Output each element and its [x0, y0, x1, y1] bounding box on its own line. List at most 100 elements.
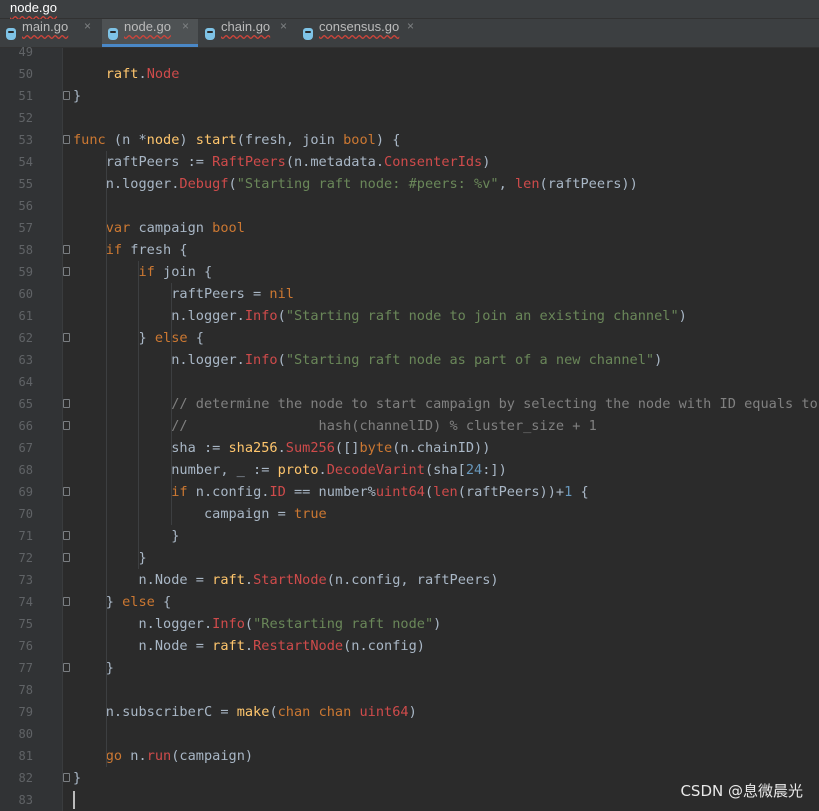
- line-number: 50: [18, 67, 33, 81]
- code-token: raft: [105, 66, 139, 82]
- code-token: number, _ :=: [73, 462, 278, 478]
- line-number: 80: [18, 727, 33, 741]
- fold-marker-icon[interactable]: [63, 245, 70, 254]
- fold-marker-icon[interactable]: [63, 773, 70, 782]
- line-number: 83: [18, 793, 33, 807]
- code-token: (n *: [105, 132, 147, 148]
- code-token: "Starting raft node: #peers: %v": [236, 176, 499, 192]
- tab-label: consensus.go: [319, 19, 400, 34]
- code-text: // determine the node to start campaign …: [73, 393, 819, 415]
- code-token: .: [244, 572, 254, 588]
- code-line: 80: [0, 723, 819, 745]
- code-token: (campaign): [171, 748, 254, 764]
- line-number: 77: [18, 661, 33, 675]
- code-token: .: [277, 440, 286, 456]
- code-token: == number%: [285, 484, 376, 500]
- fold-marker-icon[interactable]: [63, 399, 70, 408]
- fold-marker-icon[interactable]: [63, 91, 70, 100]
- code-token: true: [293, 506, 327, 522]
- fold-marker-icon[interactable]: [63, 531, 70, 540]
- fold-marker-icon[interactable]: [63, 333, 70, 342]
- fold-marker-icon[interactable]: [63, 421, 70, 430]
- code-text: if fresh {: [73, 239, 188, 261]
- fold-marker-icon[interactable]: [63, 597, 70, 606]
- code-token: }: [73, 528, 180, 544]
- code-editor[interactable]: 49 50 raft.Node 51} 52 53 func (n *node) star…: [0, 45, 819, 811]
- line-number: 58: [18, 243, 33, 257]
- code-text: }: [73, 657, 114, 679]
- code-token: if: [138, 264, 155, 280]
- code-token: StartNode: [253, 572, 327, 588]
- code-line: 62 } else {: [0, 327, 819, 349]
- code-token: }: [73, 88, 82, 104]
- code-token: ) {: [375, 132, 401, 148]
- line-number: 54: [18, 155, 33, 169]
- code-token: Info: [244, 352, 278, 368]
- tab-label: chain.go: [221, 19, 271, 34]
- line-number: 49: [18, 45, 33, 59]
- fold-marker-icon[interactable]: [63, 487, 70, 496]
- code-token: RaftPeers: [212, 154, 286, 170]
- code-text: n.subscriberC = make(chan chan uint64): [73, 701, 417, 723]
- code-token: .: [318, 462, 327, 478]
- line-number: 63: [18, 353, 33, 367]
- code-line: 77 }: [0, 657, 819, 679]
- code-line: 72 }: [0, 547, 819, 569]
- close-icon[interactable]: ×: [407, 19, 414, 33]
- code-token: uint64: [375, 484, 425, 500]
- code-token: len: [514, 176, 540, 192]
- fold-marker-icon[interactable]: [63, 135, 70, 144]
- code-token: {: [154, 594, 172, 610]
- code-token: func: [73, 132, 106, 148]
- indent-guide: [106, 151, 107, 767]
- line-number: 64: [18, 375, 33, 389]
- code-token: if: [171, 484, 188, 500]
- fold-marker-icon[interactable]: [63, 663, 70, 672]
- code-line: 55 n.logger.Debugf("Starting raft node: …: [0, 173, 819, 195]
- fold-marker-icon[interactable]: [63, 553, 70, 562]
- code-token: "Starting raft node as part of a new cha…: [285, 352, 655, 368]
- line-number: 55: [18, 177, 33, 191]
- code-line: 74 } else {: [0, 591, 819, 613]
- code-token: (n.metadata.: [285, 154, 385, 170]
- code-token: (sha[: [424, 462, 466, 478]
- code-token: node: [146, 132, 180, 148]
- code-line: 68 number, _ := proto.DecodeVarint(sha[2…: [0, 459, 819, 481]
- code-line: 51}: [0, 85, 819, 107]
- text-cursor: [73, 791, 75, 809]
- code-text: n.logger.Info("Restarting raft node"): [73, 613, 441, 635]
- code-token: n.logger.: [73, 176, 180, 192]
- code-text: } else {: [73, 591, 172, 613]
- code-token: n.logger.: [73, 308, 245, 324]
- code-line: 52: [0, 107, 819, 129]
- close-icon[interactable]: ×: [182, 19, 189, 33]
- code-token: make: [236, 704, 270, 720]
- code-token: Sum256: [285, 440, 335, 456]
- line-number: 75: [18, 617, 33, 631]
- line-number: 71: [18, 529, 33, 543]
- code-line: 73 n.Node = raft.StartNode(n.config, raf…: [0, 569, 819, 591]
- code-line: 53 func (n *node) start(fresh, join bool)…: [0, 129, 819, 151]
- go-file-icon: [6, 28, 16, 40]
- code-text: n.logger.Info("Starting raft node as par…: [73, 349, 662, 371]
- code-token: RestartNode: [253, 638, 344, 654]
- code-line: 65 // determine the node to start campai…: [0, 393, 819, 415]
- code-line: 78: [0, 679, 819, 701]
- code-token: ([]: [334, 440, 360, 456]
- code-token: .: [244, 638, 254, 654]
- code-token: (n.config, raftPeers): [326, 572, 499, 588]
- code-text: raftPeers := RaftPeers(n.metadata.Consen…: [73, 151, 491, 173]
- indent-guide: [138, 261, 139, 569]
- code-token: n.logger.: [73, 616, 213, 632]
- close-icon[interactable]: ×: [84, 19, 91, 33]
- code-token: n.subscriberC =: [73, 704, 237, 720]
- fold-marker-icon[interactable]: [63, 267, 70, 276]
- close-icon[interactable]: ×: [280, 19, 287, 33]
- code-token: "Restarting raft node": [253, 616, 434, 632]
- code-line: 49: [0, 41, 819, 63]
- code-token: Info: [244, 308, 278, 324]
